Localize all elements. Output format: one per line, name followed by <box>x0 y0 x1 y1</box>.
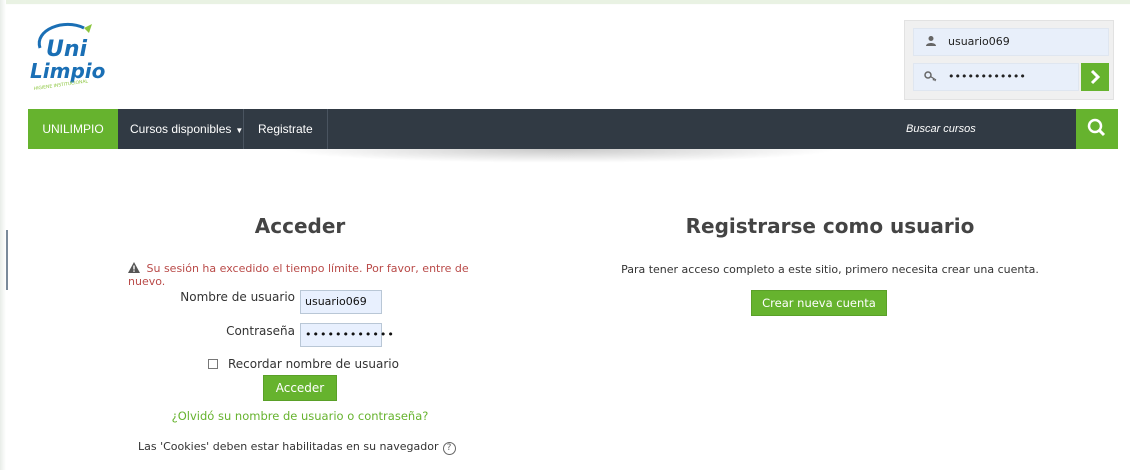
register-title: Registrarse como usuario <box>685 214 975 238</box>
header-login-submit-button[interactable] <box>1081 63 1109 91</box>
login-submit-button[interactable]: Acceder <box>263 375 337 401</box>
header-username-field[interactable]: usuario069 <box>913 28 1109 56</box>
forgot-credentials-link[interactable]: ¿Olvidó su nombre de usuario o contraseñ… <box>170 409 430 423</box>
password-input[interactable]: •••••••••••• <box>300 323 394 347</box>
nav-register-link[interactable]: Registrate <box>243 109 328 149</box>
logo-text-limpio: Limpio <box>30 59 106 83</box>
create-account-button[interactable]: Crear nueva cuenta <box>751 290 887 316</box>
header-password-field[interactable]: •••••••••••• <box>913 63 1079 91</box>
left-edge-marker <box>6 230 8 290</box>
session-expired-warning: Su sesión ha excedido el tiempo límite. … <box>128 262 478 288</box>
navbar-shadow <box>280 149 840 163</box>
header-login-box: usuario069 •••••••••••• <box>904 20 1114 100</box>
search-button[interactable] <box>1076 109 1118 149</box>
search-icon <box>1087 118 1106 137</box>
key-icon <box>924 70 938 84</box>
main-navbar: UNILIMPIO Cursos disponibles ▼ Registrate… <box>28 109 1118 149</box>
register-description: Para tener acceso completo a este sitio,… <box>621 263 1039 276</box>
remember-username-row: Recordar nombre de usuario <box>208 357 399 371</box>
nav-home-link[interactable]: UNILIMPIO <box>28 109 118 149</box>
nav-courses-dropdown[interactable]: Cursos disponibles ▼ <box>118 109 255 149</box>
cookies-notice: Las 'Cookies' deben estar habilitadas en… <box>138 440 456 455</box>
header-password-value: •••••••••••• <box>948 70 1026 83</box>
nav-courses-label: Cursos disponibles <box>130 122 232 136</box>
top-border <box>0 0 1130 5</box>
username-label: Nombre de usuario <box>180 290 295 304</box>
warning-text: Su sesión ha excedido el tiempo límite. … <box>128 262 469 288</box>
help-icon[interactable]: ? <box>442 442 456 455</box>
header-username-value: usuario069 <box>948 35 1010 48</box>
user-icon <box>924 35 938 49</box>
warning-icon <box>128 262 144 275</box>
password-label: Contraseña <box>226 324 295 338</box>
chevron-right-icon <box>1090 69 1101 85</box>
login-title: Acceder <box>254 214 346 238</box>
unilimpio-logo[interactable]: Uni Limpio HIGIENE INSTITUCIONAL <box>26 20 138 98</box>
logo-graphic: Uni Limpio HIGIENE INSTITUCIONAL <box>30 22 106 92</box>
cookies-text: Las 'Cookies' deben estar habilitadas en… <box>138 440 439 453</box>
nav-search-input[interactable]: Buscar cursos <box>906 109 1084 149</box>
remember-username-label[interactable]: Recordar nombre de usuario <box>228 357 399 371</box>
username-input[interactable]: usuario069 <box>300 290 382 314</box>
remember-username-checkbox[interactable] <box>208 359 218 369</box>
